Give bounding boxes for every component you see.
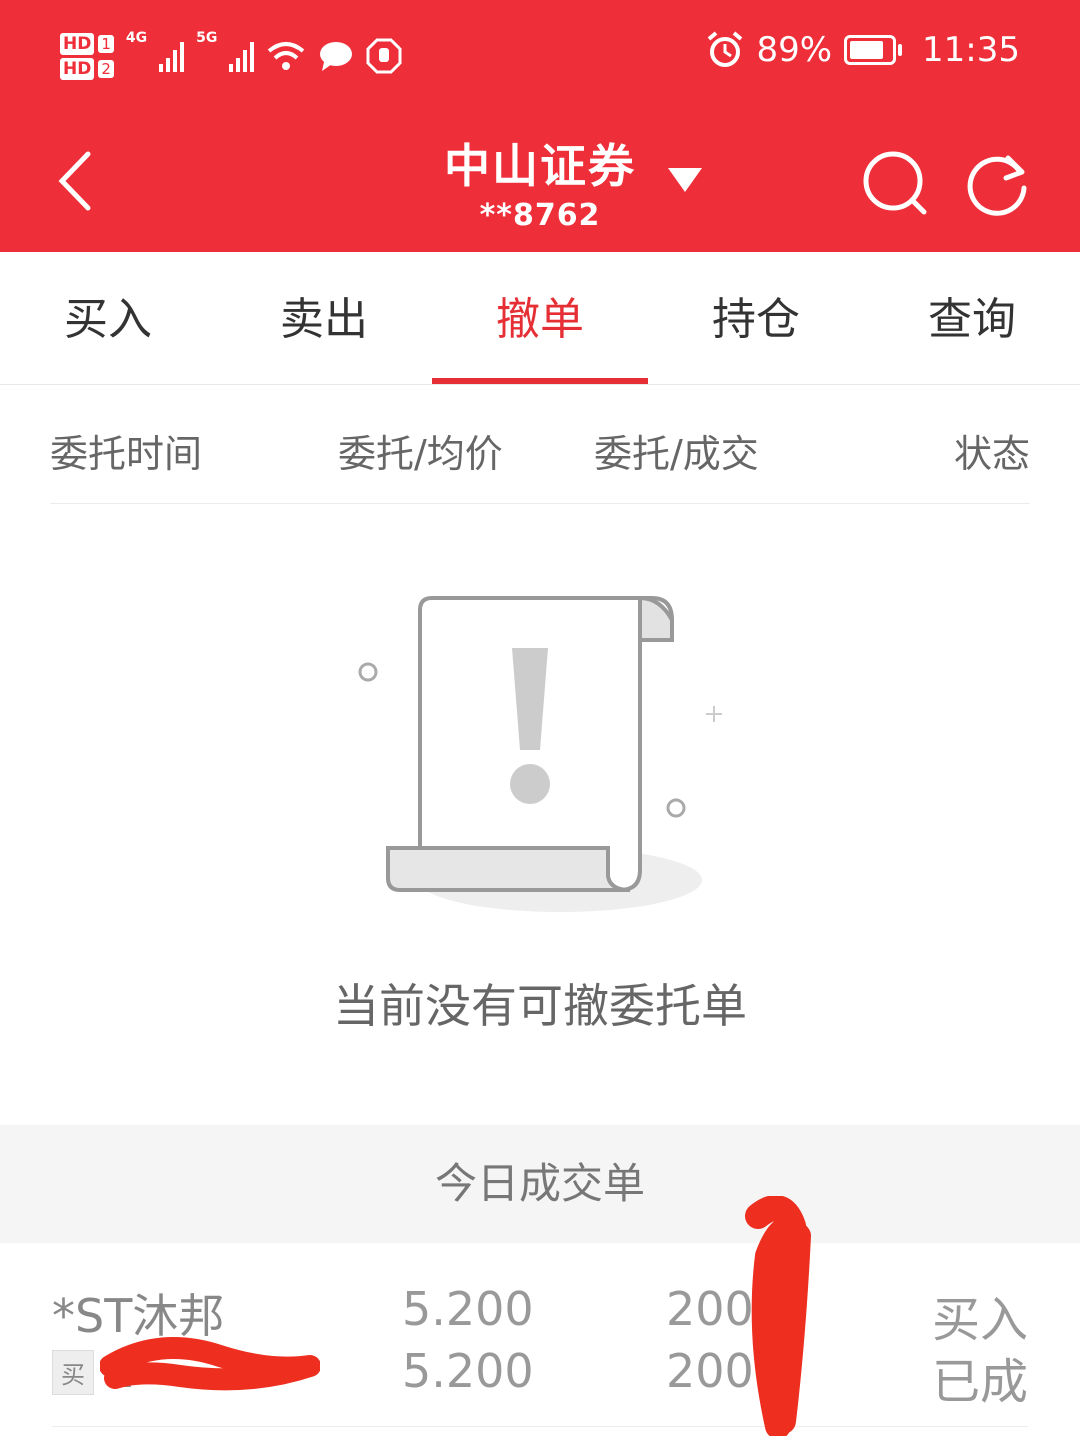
status-bar: HD 1 HD 2 4G 5G 89% 11:35: [0, 0, 1080, 110]
col-order-price: 委托/均价: [338, 432, 503, 476]
message-icon: [320, 42, 353, 71]
battery-percent: 89%: [756, 30, 833, 70]
network-type-2: 5G: [196, 30, 218, 46]
dropdown-caret-icon[interactable]: [668, 168, 702, 192]
signal-bars-2-icon: [229, 40, 255, 72]
order-price: 5.200: [402, 1282, 534, 1336]
col-status: 状态: [953, 432, 1030, 476]
search-icon[interactable]: [860, 148, 930, 218]
battery-icon: [844, 35, 903, 65]
tab-holdings[interactable]: 持仓: [648, 252, 864, 384]
privacy-hand-icon: [366, 38, 402, 74]
wifi-icon: [268, 42, 305, 70]
col-order-time: 委托时间: [50, 432, 203, 476]
order-status: 已成: [931, 1354, 1028, 1410]
signal-bars-1-icon: [159, 40, 185, 72]
sim1-number: 1: [98, 35, 114, 53]
today-deals-title: 今日成交单: [0, 1125, 1080, 1243]
refresh-icon[interactable]: [962, 148, 1032, 218]
avg-price: 5.200: [402, 1344, 534, 1398]
side-tag: 买: [52, 1350, 94, 1395]
network-type-1: 4G: [125, 30, 148, 46]
tab-query[interactable]: 查询: [864, 252, 1080, 384]
header-bar: HD 1 HD 2 4G 5G 89% 11:35 中山证券 **8762: [0, 0, 1080, 252]
tab-buy[interactable]: 买入: [0, 252, 216, 384]
tab-cancel-order[interactable]: 撤单: [432, 252, 648, 384]
clock: 11:35: [922, 30, 1020, 70]
trade-direction: 买入: [931, 1292, 1028, 1348]
nav-bar: 中山证券 **8762: [0, 110, 1080, 252]
hd-badge-1: HD: [60, 33, 95, 55]
column-header: 委托时间 委托/均价 委托/成交 状态: [50, 385, 1030, 504]
col-order-qty: 委托/成交: [594, 432, 759, 476]
trade-tabs: 买入 卖出 撤单 持仓 查询: [0, 252, 1080, 385]
empty-document-illustration: [358, 595, 722, 912]
tab-sell[interactable]: 卖出: [216, 252, 432, 384]
alarm-icon: [708, 31, 743, 67]
hd-badge-2: HD: [60, 58, 95, 80]
redaction-scribble-code: [100, 1337, 320, 1391]
redaction-scribble-qty: [745, 1196, 811, 1436]
status-right: 89% 11:35: [706, 30, 1020, 70]
sim2-number: 2: [98, 60, 114, 78]
signal-indicators: HD 1 HD 2 4G 5G: [60, 24, 402, 88]
empty-message: 当前没有可撤委托单: [333, 979, 747, 1033]
